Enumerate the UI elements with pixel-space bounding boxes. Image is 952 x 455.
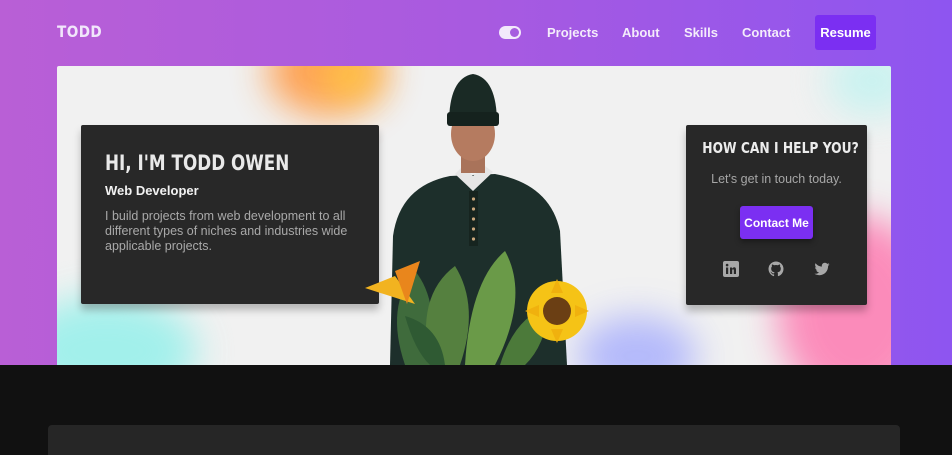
nav-link-contact[interactable]: Contact [742, 25, 790, 40]
hero-description: I build projects from web development to… [105, 209, 348, 253]
toggle-knob [510, 28, 519, 37]
github-icon[interactable] [768, 261, 784, 277]
hero-title: HI, I'M TODD OWEN [105, 151, 290, 175]
help-subtitle: Let's get in touch today. [711, 172, 842, 186]
nav-link-skills[interactable]: Skills [684, 25, 718, 40]
linkedin-icon[interactable] [723, 261, 739, 277]
hero-section: HI, I'M TODD OWEN Web Developer I build … [57, 66, 891, 365]
next-section-card [48, 425, 900, 455]
intro-card: HI, I'M TODD OWEN Web Developer I build … [81, 125, 379, 304]
navbar: TODD Projects About Skills Contact Resum… [0, 0, 952, 64]
hero-subtitle: Web Developer [105, 183, 199, 198]
contact-me-button[interactable]: Contact Me [740, 206, 813, 239]
header-background: TODD Projects About Skills Contact Resum… [0, 0, 952, 365]
decor-blob-cyan [57, 296, 197, 365]
help-title: HOW CAN I HELP YOU? [702, 139, 859, 157]
hero-portrait-image [365, 74, 589, 365]
nav-link-projects[interactable]: Projects [547, 25, 598, 40]
twitter-icon[interactable] [814, 261, 830, 277]
nav-link-about[interactable]: About [622, 25, 660, 40]
resume-button[interactable]: Resume [815, 15, 876, 50]
theme-toggle[interactable] [499, 26, 521, 39]
help-card: HOW CAN I HELP YOU? Let's get in touch t… [686, 125, 867, 305]
decor-blob-cyan-top [827, 66, 891, 116]
site-logo[interactable]: TODD [57, 22, 102, 41]
